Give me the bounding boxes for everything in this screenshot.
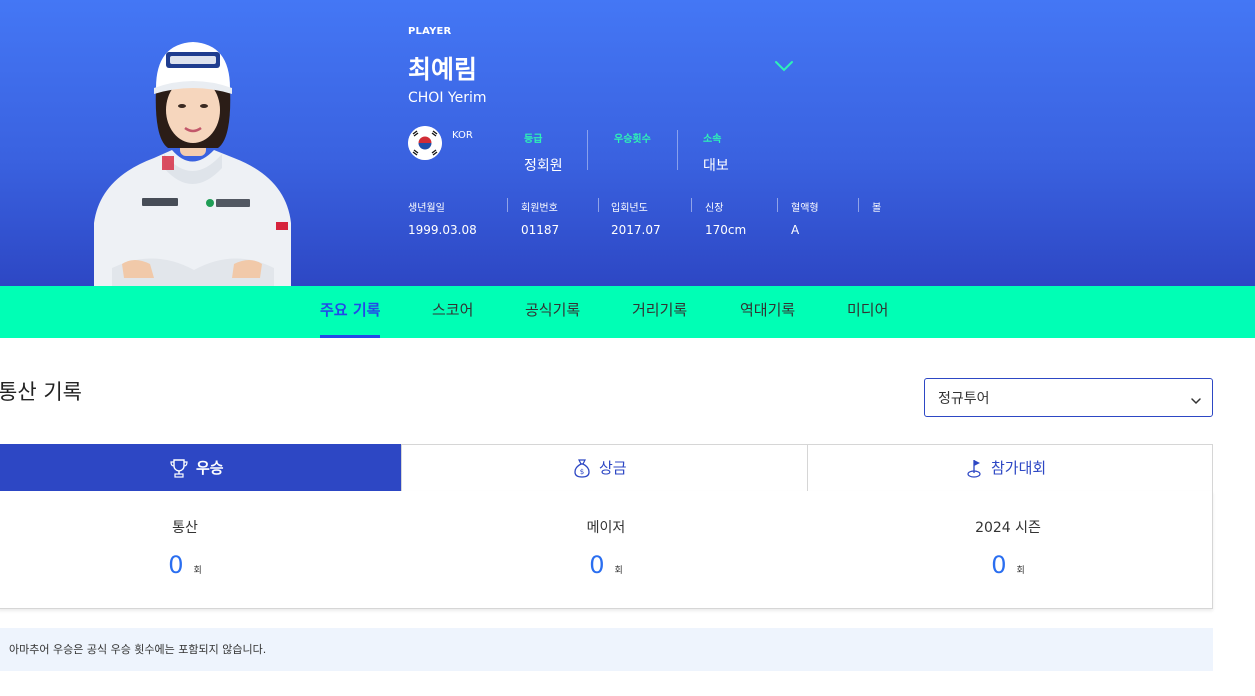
tab-media[interactable]: 미디어 xyxy=(847,286,888,338)
divider xyxy=(587,130,588,170)
info-label: 입회년도 xyxy=(611,203,648,214)
info-label: 혈액형 xyxy=(791,203,819,214)
record-unit: 회 xyxy=(614,566,623,576)
info-value: 170cm xyxy=(705,223,747,237)
tab-label: 상금 xyxy=(599,459,627,477)
tab-all-time-records[interactable]: 역대기록 xyxy=(740,286,795,338)
player-name-english: CHOI Yerim xyxy=(408,90,487,106)
player-nav-tabs: 주요 기록 스코어 공식기록 거리기록 역대기록 미디어 xyxy=(0,286,1255,338)
record-label: 통산 xyxy=(172,520,198,536)
info-label: 신장 xyxy=(705,203,724,214)
player-label: PLAYER xyxy=(408,26,452,37)
tour-select-value: 정규투어 xyxy=(938,391,990,407)
stat-wins: 우승횟수 xyxy=(614,130,651,155)
player-photo xyxy=(94,38,291,286)
info-value: 1999.03.08 xyxy=(408,223,477,237)
info-birthdate: 생년월일 1999.03.08 xyxy=(408,199,477,237)
money-bag-icon: $ xyxy=(573,458,591,478)
info-label: 회원번호 xyxy=(521,203,558,214)
record-tabs: 우승 $ 상금 참가대회 xyxy=(0,444,1213,492)
stat-value: 대보 xyxy=(703,158,729,174)
amateur-notice: 아마추어 우승은 공식 우승 횟수에는 포함되지 않습니다. xyxy=(0,628,1213,671)
info-label: 볼 xyxy=(872,203,882,214)
info-label: 생년월일 xyxy=(408,203,445,214)
divider xyxy=(777,198,778,212)
info-height: 신장 170cm xyxy=(705,199,746,237)
tab-wins[interactable]: 우승 xyxy=(0,444,402,492)
info-member-number: 회원번호 01187 xyxy=(521,199,559,237)
info-value: A xyxy=(791,223,800,237)
divider xyxy=(858,198,859,212)
chevron-down-icon[interactable] xyxy=(774,58,794,74)
stat-grade: 등급 정회원 xyxy=(524,130,563,175)
divider xyxy=(691,198,692,212)
record-label: 메이저 xyxy=(586,520,626,536)
tab-label: 참가대회 xyxy=(991,459,1047,477)
player-name-korean: 최예림 xyxy=(408,55,478,84)
section-title: 통산 기록 xyxy=(0,380,82,404)
divider xyxy=(507,198,508,212)
record-value: 0 xyxy=(991,551,1007,579)
record-unit: 회 xyxy=(1016,566,1025,576)
record-summary: 통산 0회 메이저 0회 2024 시즌 0회 xyxy=(0,491,1213,609)
trophy-icon xyxy=(170,458,188,478)
tour-select[interactable]: 정규투어 xyxy=(924,378,1213,417)
svg-text:$: $ xyxy=(580,468,584,476)
info-blood-type: 혈액형 A xyxy=(791,199,819,237)
notice-text: 아마추어 우승은 공식 우승 횟수에는 포함되지 않습니다. xyxy=(9,643,267,656)
tab-score[interactable]: 스코어 xyxy=(432,286,473,338)
info-ball: 볼 xyxy=(872,199,881,223)
tab-label: 우승 xyxy=(196,459,224,477)
record-value: 0 xyxy=(589,551,605,579)
stat-label: 등급 xyxy=(524,134,543,145)
info-value: 2017.07 xyxy=(611,223,661,237)
stat-label: 우승횟수 xyxy=(614,134,651,145)
tab-official-records[interactable]: 공식기록 xyxy=(525,286,580,338)
stat-label: 소속 xyxy=(703,134,722,145)
info-join-year: 입회년도 2017.07 xyxy=(611,199,661,237)
golf-flag-icon xyxy=(965,458,983,478)
stat-value: 정회원 xyxy=(524,158,563,174)
chevron-down-icon xyxy=(1190,392,1202,405)
record-label: 2024 시즌 xyxy=(975,520,1041,536)
tab-distance-records[interactable]: 거리기록 xyxy=(632,286,687,338)
player-hero: PLAYER 최예림 CHOI Yerim KOR 등급 정회원 우승횟수 소속… xyxy=(0,0,1255,286)
record-value: 0 xyxy=(168,551,184,579)
country-code: KOR xyxy=(452,130,473,141)
tab-prize-money[interactable]: $ 상금 xyxy=(401,444,808,492)
korea-flag-icon xyxy=(408,126,442,160)
divider xyxy=(598,198,599,212)
tab-tournaments-entered[interactable]: 참가대회 xyxy=(807,444,1213,492)
divider xyxy=(677,130,678,170)
stat-affiliation: 소속 대보 xyxy=(703,130,729,175)
info-value: 01187 xyxy=(521,223,560,237)
record-unit: 회 xyxy=(193,566,202,576)
tab-main-records[interactable]: 주요 기록 xyxy=(320,286,381,338)
